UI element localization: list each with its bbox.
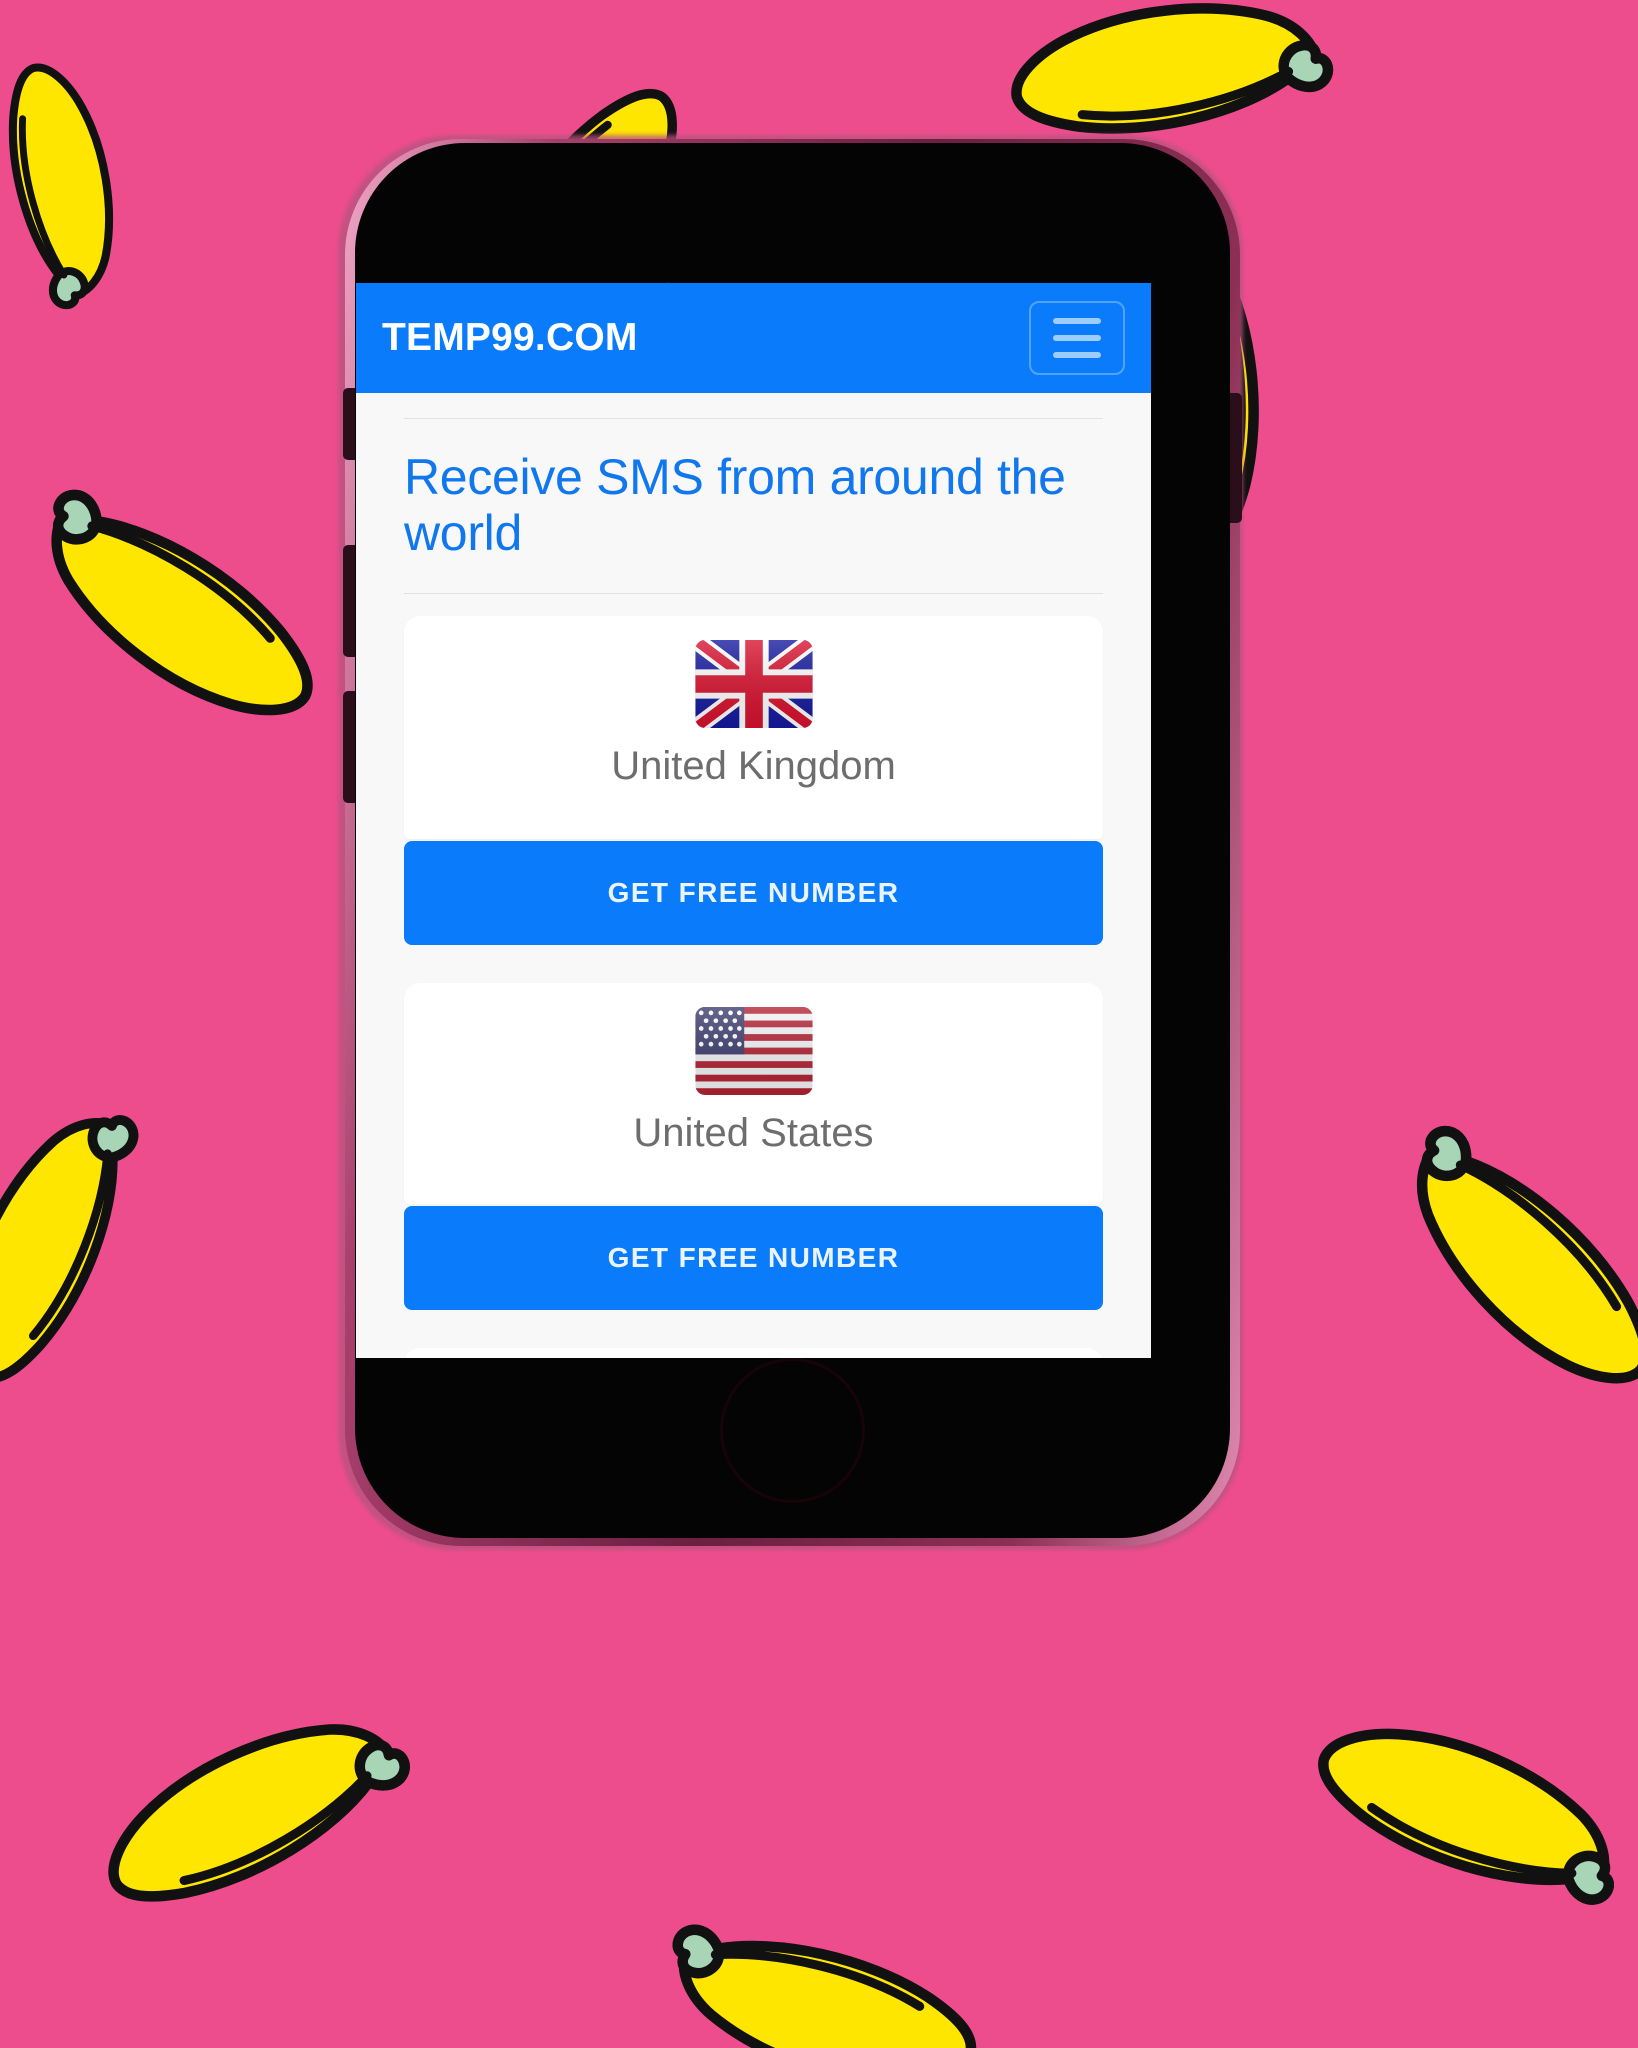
country-card-united-states: United States GET FREE NUMBER [404,983,1103,1310]
phone-screen: TEMP99.COM Receive SMS from around the w… [356,283,1151,1358]
banana-icon [1253,1623,1638,2036]
home-button[interactable] [720,1358,865,1503]
hamburger-bar [1053,335,1101,341]
banana-icon [1376,1081,1638,1420]
country-card-body: Canada [404,1348,1103,1358]
country-card-body: United Kingdom [404,616,1103,839]
smartphone-mockup: TEMP99.COM Receive SMS from around the w… [338,135,1243,1550]
banana-icon [86,1656,434,2004]
country-card-canada: Canada GET FREE NUMBER [404,1348,1103,1358]
country-name: United Kingdom [611,744,896,788]
hamburger-bar [1053,352,1101,358]
page-content: Receive SMS from around the world United… [356,418,1151,1358]
phone-body: TEMP99.COM Receive SMS from around the w… [355,143,1230,1538]
site-brand-logo[interactable]: TEMP99.COM [382,316,638,360]
power-button[interactable] [1229,393,1242,523]
united-states-flag-icon [694,1007,813,1095]
hamburger-bar [1053,318,1101,324]
country-card-list: United Kingdom GET FREE NUMBER United St… [356,594,1151,1358]
banana-icon [620,1780,1039,2048]
banana-icon [0,32,198,338]
country-name: United States [633,1111,874,1155]
page-title: Receive SMS from around the world [404,449,1066,561]
country-card-united-kingdom: United Kingdom GET FREE NUMBER [404,616,1103,945]
get-free-number-button-uk[interactable]: GET FREE NUMBER [404,841,1103,945]
banana-icon [0,1066,249,1445]
banana-icon [1,406,379,784]
united-kingdom-flag-icon [694,640,813,728]
app-header: TEMP99.COM [356,283,1151,393]
get-free-number-button-us[interactable]: GET FREE NUMBER [404,1206,1103,1310]
hamburger-menu-icon[interactable] [1029,301,1125,375]
country-card-body: United States [404,983,1103,1204]
